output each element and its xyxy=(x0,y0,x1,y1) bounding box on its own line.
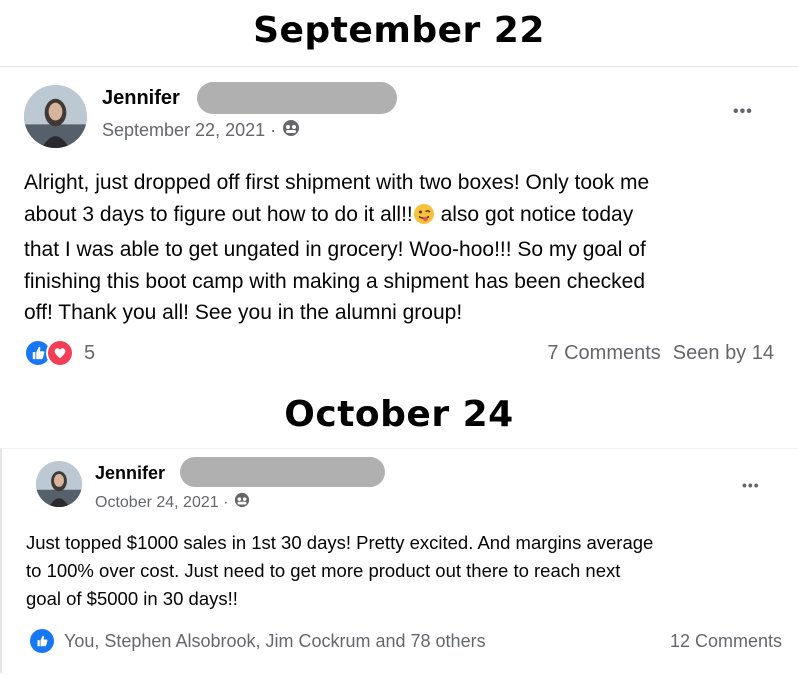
post-line: about 3 days to figure out how to do it … xyxy=(24,199,784,235)
post-line: to 100% over cost. Just need to get more… xyxy=(26,560,621,581)
post-line: finishing this boot camp with making a s… xyxy=(24,269,646,293)
post-line: goal of $5000 in 30 days!! xyxy=(26,588,238,609)
heart-icon[interactable] xyxy=(46,339,74,367)
profile-photo-icon xyxy=(24,85,87,148)
date-heading-september: September 22 xyxy=(253,10,545,51)
post-footer: You, Stephen Alsobrook, Jim Cockrum and … xyxy=(30,629,782,653)
comments-link[interactable]: 7 Comments xyxy=(547,342,660,365)
redacted-surname xyxy=(197,82,397,114)
post-body: Alright, just dropped off first shipment… xyxy=(24,167,784,329)
thumbs-up-icon[interactable] xyxy=(30,629,54,653)
group-icon xyxy=(282,119,300,142)
seen-by-count[interactable]: Seen by 14 xyxy=(673,342,774,365)
comments-link[interactable]: 12 Comments xyxy=(670,631,782,652)
post-line: Just topped $1000 sales in 1st 30 days! … xyxy=(26,532,654,553)
post-meta: October 24, 2021 · xyxy=(95,492,250,513)
reactors-list[interactable]: You, Stephen Alsobrook, Jim Cockrum and … xyxy=(64,631,486,652)
post-line: off! Thank you all! See you in the alumn… xyxy=(24,301,463,324)
profile-photo-icon xyxy=(36,461,82,507)
author-name[interactable]: Jennifer xyxy=(95,463,165,484)
winking-tongue-emoji-icon xyxy=(413,203,435,235)
post-body: Just topped $1000 sales in 1st 30 days! … xyxy=(26,529,791,613)
post-footer: 5 7 Comments Seen by 14 xyxy=(24,339,774,367)
post-line: Alright, just dropped off first shipment… xyxy=(24,171,650,194)
post-meta: September 22, 2021 · xyxy=(102,119,300,142)
post-date[interactable]: October 24, 2021 · xyxy=(95,494,228,512)
author-name[interactable]: Jennifer xyxy=(102,87,180,110)
avatar[interactable] xyxy=(24,85,87,148)
group-icon xyxy=(234,492,250,513)
post-date[interactable]: September 22, 2021 · xyxy=(102,120,276,141)
post-text: also got notice today xyxy=(434,202,634,226)
date-heading-october: October 24 xyxy=(284,394,514,435)
more-options-icon[interactable]: ••• xyxy=(742,477,760,493)
avatar[interactable] xyxy=(36,461,82,507)
redacted-surname xyxy=(180,457,385,487)
reaction-count[interactable]: 5 xyxy=(84,342,95,365)
post-text: about 3 days to figure out how to do it … xyxy=(24,202,413,226)
post-line: that I was able to get ungated in grocer… xyxy=(24,238,646,261)
more-options-icon[interactable]: ••• xyxy=(733,103,753,121)
post-card-2: Jennifer October 24, 2021 · ••• Just top… xyxy=(0,448,798,673)
post-card-1: Jennifer September 22, 2021 · ••• Alrigh… xyxy=(0,66,798,382)
